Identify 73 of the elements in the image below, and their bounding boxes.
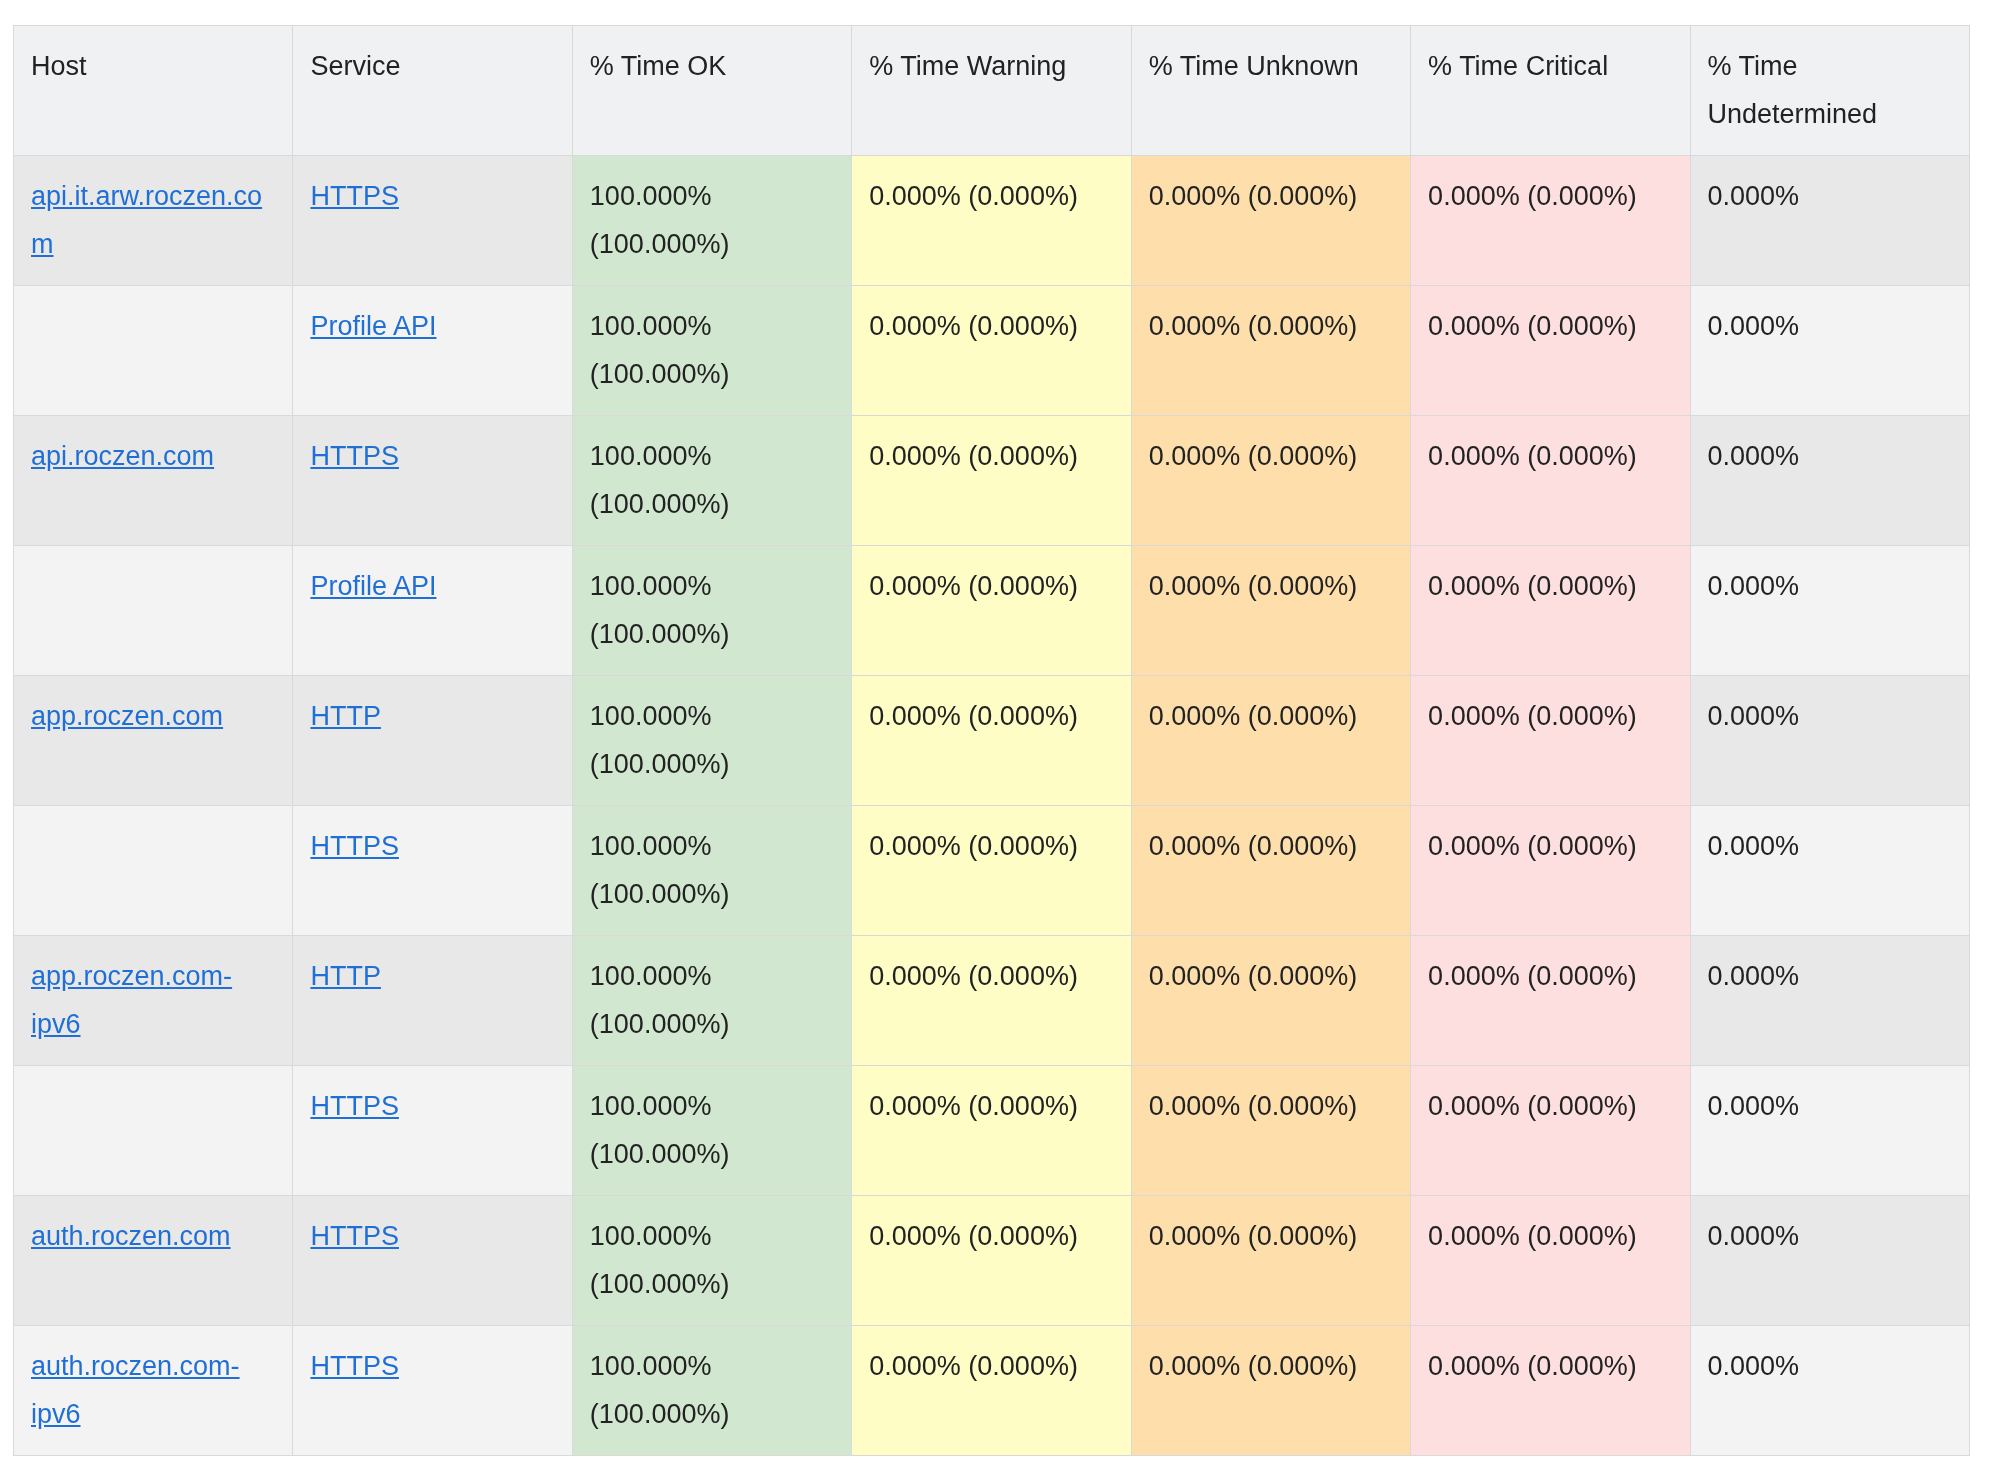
percentage-cell: 0.000% (0.000%) [1410,675,1691,806]
percentage-cell: 0.000% [1690,1195,1970,1326]
percentage-cell: 0.000% (0.000%) [1131,805,1411,936]
percentage-cell: 0.000% (0.000%) [851,675,1132,806]
percentage-cell: 0.000% [1690,675,1970,806]
percentage-cell: 100.000% (100.000%) [572,1325,852,1456]
percentage-cell: 100.000% (100.000%) [572,935,852,1066]
service-link[interactable]: HTTPS [310,822,399,870]
percentage-cell: 0.000% [1690,1065,1970,1196]
host-link[interactable]: api.roczen.com [31,432,215,480]
service-link[interactable]: Profile API [310,562,437,610]
percentage-cell: 100.000% (100.000%) [572,545,852,676]
service-link[interactable]: Profile API [310,302,437,350]
percentage-cell: 0.000% [1690,1325,1970,1456]
service-link[interactable]: HTTPS [310,1342,399,1390]
percentage-cell: 0.000% (0.000%) [851,805,1132,936]
percentage-cell: 0.000% (0.000%) [1410,285,1691,416]
percentage-cell: 0.000% (0.000%) [1131,155,1411,286]
percentage-cell: 100.000% (100.000%) [572,1065,852,1196]
service-link[interactable]: HTTPS [310,172,399,220]
column-header: % Time Unknown [1131,25,1411,156]
percentage-cell: 0.000% [1690,285,1970,416]
service-link[interactable]: HTTP [310,952,381,1000]
percentage-cell: 100.000% (100.000%) [572,285,852,416]
percentage-cell: 0.000% (0.000%) [1131,675,1411,806]
percentage-cell: 0.000% (0.000%) [1131,935,1411,1066]
host-link[interactable]: api.it.arw.roczen.com [31,172,276,268]
column-header: % Time OK [572,25,852,156]
percentage-cell: 0.000% [1690,805,1970,936]
percentage-cell: 0.000% (0.000%) [1410,1065,1691,1196]
column-header: % Time Warning [851,25,1132,156]
percentage-cell: 0.000% (0.000%) [1131,1195,1411,1326]
percentage-cell: 100.000% (100.000%) [572,675,852,806]
percentage-cell: 100.000% (100.000%) [572,805,852,936]
service-link[interactable]: HTTPS [310,1082,399,1130]
percentage-cell: 0.000% [1690,415,1970,546]
percentage-cell: 0.000% (0.000%) [851,1195,1132,1326]
percentage-cell: 0.000% (0.000%) [1131,545,1411,676]
percentage-cell: 0.000% (0.000%) [851,1065,1132,1196]
host-link[interactable]: app.roczen.com-ipv6 [31,952,276,1048]
percentage-cell: 100.000% (100.000%) [572,1195,852,1326]
host-link[interactable]: app.roczen.com [31,692,224,740]
percentage-cell: 0.000% (0.000%) [1410,155,1691,286]
percentage-cell: 0.000% [1690,545,1970,676]
percentage-cell: 0.000% (0.000%) [1410,545,1691,676]
percentage-cell: 0.000% (0.000%) [851,415,1132,546]
percentage-cell: 0.000% (0.000%) [1410,1325,1691,1456]
service-link[interactable]: HTTPS [310,432,399,480]
percentage-cell: 0.000% (0.000%) [1131,1325,1411,1456]
percentage-cell: 100.000% (100.000%) [572,415,852,546]
host-link[interactable]: auth.roczen.com-ipv6 [31,1342,276,1438]
column-header: Service [292,25,573,156]
percentage-cell: 0.000% (0.000%) [851,155,1132,286]
host-link[interactable]: auth.roczen.com [31,1212,231,1260]
percentage-cell: 0.000% (0.000%) [1410,415,1691,546]
column-header: Host [13,25,293,156]
percentage-cell: 0.000% (0.000%) [851,935,1132,1066]
percentage-cell: 0.000% [1690,155,1970,286]
percentage-cell: 0.000% (0.000%) [851,545,1132,676]
column-header: % Time Critical [1410,25,1691,156]
column-header: % Time Undetermined [1690,25,1970,156]
percentage-cell: 0.000% (0.000%) [1410,805,1691,936]
percentage-cell: 0.000% (0.000%) [1131,415,1411,546]
percentage-cell: 0.000% (0.000%) [851,1325,1132,1456]
percentage-cell: 0.000% [1690,935,1970,1066]
percentage-cell: 0.000% (0.000%) [1410,935,1691,1066]
percentage-cell: 100.000% (100.000%) [572,155,852,286]
percentage-cell: 0.000% (0.000%) [1410,1195,1691,1326]
percentage-cell: 0.000% (0.000%) [851,285,1132,416]
percentage-cell: 0.000% (0.000%) [1131,285,1411,416]
service-link[interactable]: HTTP [310,692,381,740]
percentage-cell: 0.000% (0.000%) [1131,1065,1411,1196]
service-link[interactable]: HTTPS [310,1212,399,1260]
